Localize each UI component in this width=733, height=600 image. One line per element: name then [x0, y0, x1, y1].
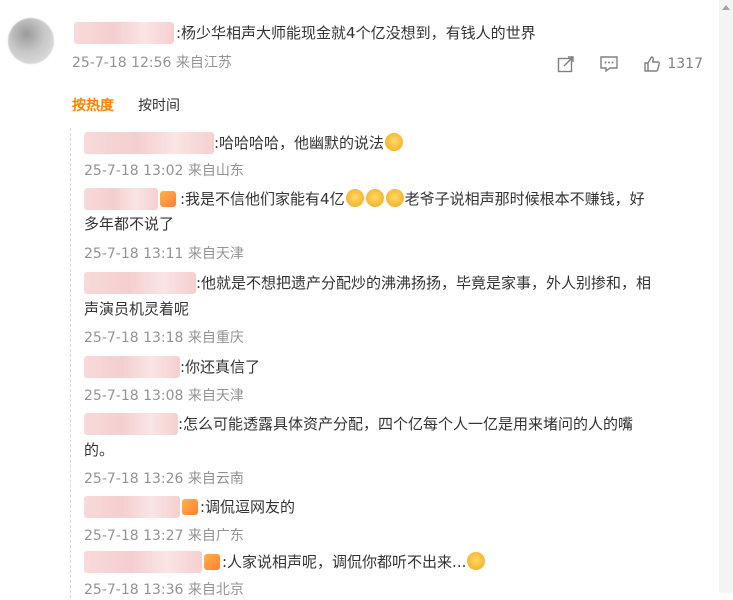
- reply-meta: 25-7-18 13:02 来自山东: [84, 163, 244, 179]
- grin-emoji-icon: [467, 552, 486, 570]
- tab-time[interactable]: 按时间: [138, 95, 180, 115]
- comment-actions: 1317: [557, 54, 703, 74]
- cry-laugh-emoji-icon: [365, 189, 384, 207]
- reply-text: :你还真信了: [180, 358, 261, 376]
- reply-meta: 25-7-18 13:08 来自天津: [84, 388, 244, 404]
- scrollbar[interactable]: [719, 0, 733, 593]
- reply-meta: 25-7-18 13:27 来自广东: [84, 528, 244, 544]
- thumbs-up-icon: [644, 56, 661, 72]
- laugh-emoji-icon: [385, 133, 404, 151]
- comment-button[interactable]: [599, 55, 619, 73]
- tab-hot[interactable]: 按热度: [72, 95, 114, 115]
- reply-text: :人家说相声呢，调侃你都听不出来...: [222, 551, 486, 573]
- reply-text: :他就是不想把遗产分配炒的沸沸扬扬，毕竟是家事，外人别掺和，相: [196, 274, 652, 292]
- comment-icon: [600, 56, 619, 73]
- share-icon: [558, 56, 575, 73]
- like-button[interactable]: 1317: [643, 55, 703, 73]
- reply-text: :调侃逗网友的: [200, 498, 296, 516]
- reply-meta: 25-7-18 13:36 来自北京: [84, 582, 244, 598]
- reply-text-continued: 声演员机灵着呢: [84, 300, 190, 318]
- badge-icon: [204, 554, 220, 570]
- reply-text: :哈哈哈哈，他幽默的说法: [214, 132, 404, 154]
- reply-meta: 25-7-18 13:11 来自天津: [84, 246, 244, 262]
- avatar[interactable]: [8, 18, 54, 64]
- reply-username-blurred[interactable]: [84, 496, 180, 518]
- reply-text: :怎么可能透露具体资产分配，四个亿每个人一亿是用来堵问的人的嘴: [178, 415, 634, 433]
- reply-username-blurred[interactable]: [84, 188, 158, 210]
- reply-text: :我是不信他们家能有4亿 老爷子说相声那时候根本不赚钱，好: [180, 189, 645, 208]
- scroll-up-arrow[interactable]: [722, 5, 730, 10]
- reply-text-continued: 的。: [84, 441, 115, 459]
- badge-icon: [160, 191, 176, 207]
- reply-username-blurred[interactable]: [84, 132, 214, 154]
- cry-laugh-emoji-icon: [385, 189, 404, 207]
- username-blurred[interactable]: [74, 22, 174, 44]
- reply-username-blurred[interactable]: [84, 356, 180, 378]
- sort-tabs: 按热度 按时间: [72, 95, 180, 115]
- reply-username-blurred[interactable]: [84, 413, 178, 435]
- like-count: 1317: [667, 56, 703, 72]
- reply-meta: 25-7-18 13:26 来自云南: [84, 471, 244, 487]
- reply-username-blurred[interactable]: [84, 272, 196, 294]
- comment-text: :杨少华相声大师能现金就4个亿没想到，有钱人的世界: [176, 24, 536, 42]
- reply-username-blurred[interactable]: [84, 551, 202, 573]
- badge-icon: [182, 499, 198, 515]
- share-button[interactable]: [557, 55, 575, 73]
- comment-meta: 25-7-18 12:56 来自江苏: [72, 55, 232, 71]
- cry-laugh-emoji-icon: [345, 189, 364, 207]
- reply-meta: 25-7-18 13:18 来自重庆: [84, 330, 244, 346]
- reply-text-continued: 多年都不说了: [84, 215, 175, 233]
